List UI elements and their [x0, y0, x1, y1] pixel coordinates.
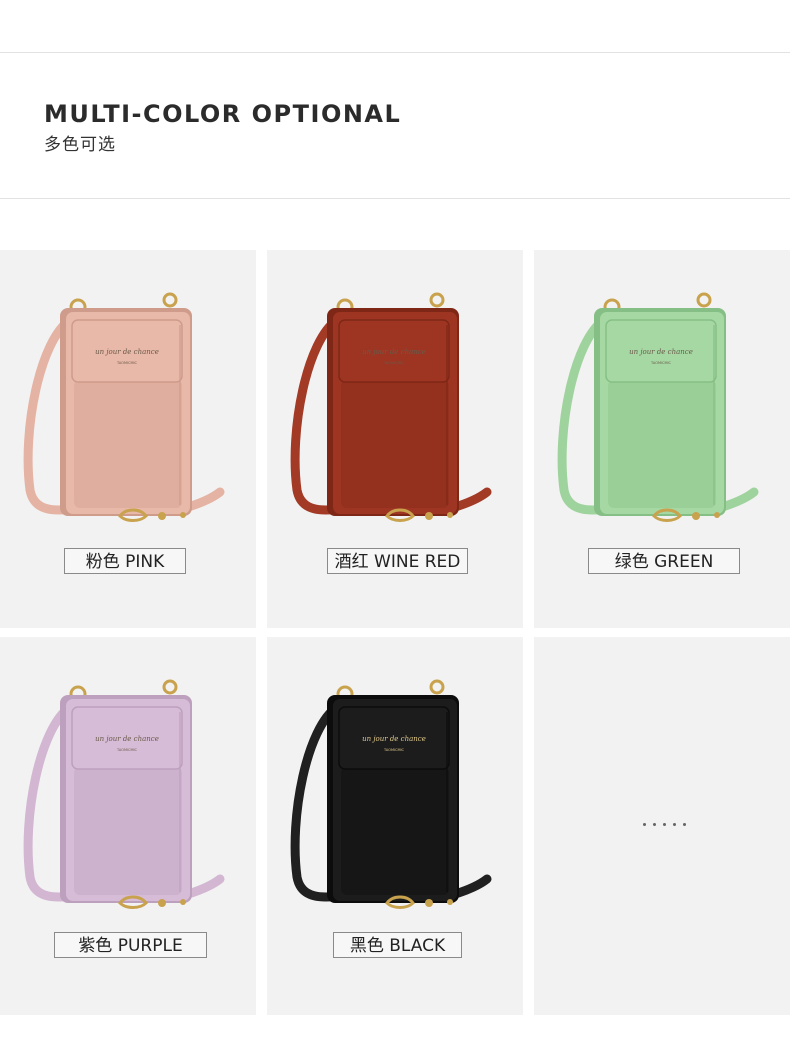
- bottom-divider: [0, 198, 790, 199]
- top-divider: [0, 52, 790, 53]
- svg-text:un jour de chance: un jour de chance: [95, 348, 159, 356]
- svg-text:un jour de chance: un jour de chance: [95, 735, 159, 743]
- svg-text:TAOMICMIC: TAOMICMIC: [650, 361, 672, 365]
- svg-text:un jour de chance: un jour de chance: [362, 735, 426, 743]
- color-label-pink: 粉色 PINK: [64, 548, 186, 574]
- color-label-black: 黑色 BLACK: [333, 932, 462, 958]
- section-title: MULTI-COLOR OPTIONAL: [44, 100, 402, 128]
- section-subtitle: 多色可选: [44, 135, 116, 155]
- svg-text:un jour de chance: un jour de chance: [362, 348, 426, 356]
- color-label-purple: 紫色 PURPLE: [54, 932, 207, 958]
- svg-text:TAOMICMIC: TAOMICMIC: [116, 361, 138, 365]
- color-label-wine-red: 酒红 WINE RED: [327, 548, 468, 574]
- svg-text:un jour de chance: un jour de chance: [629, 348, 693, 356]
- svg-text:TAOMICMIC: TAOMICMIC: [383, 361, 405, 365]
- svg-text:TAOMICMIC: TAOMICMIC: [383, 748, 405, 752]
- svg-text:TAOMICMIC: TAOMICMIC: [116, 748, 138, 752]
- more-dots-icon: [640, 822, 690, 828]
- color-label-green: 绿色 GREEN: [588, 548, 740, 574]
